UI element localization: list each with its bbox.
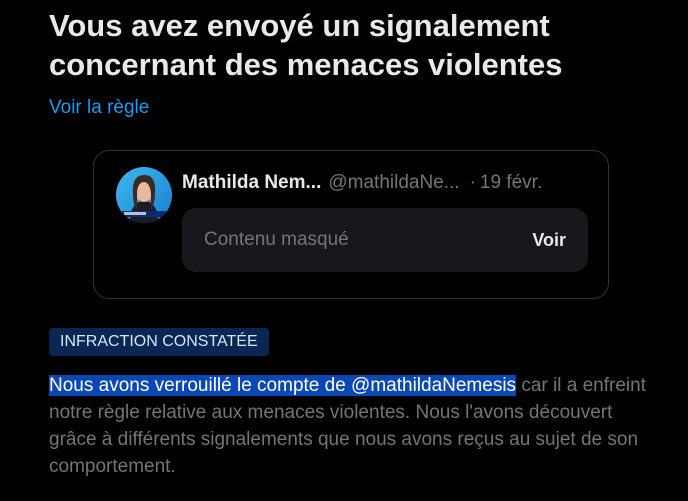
author-handle[interactable]: @mathildaNe...: [328, 172, 459, 193]
page-title: Vous avez envoyé un signalement concerna…: [49, 8, 563, 82]
view-button[interactable]: Voir: [532, 228, 566, 252]
hidden-content-label: Contenu masqué: [204, 229, 349, 250]
view-rule-link[interactable]: Voir la règle: [49, 96, 149, 120]
highlighted-text: Nous avons verrouillé le compte de @math…: [49, 375, 517, 396]
avatar-image: [116, 167, 172, 223]
result-description: Nous avons verrouillé le compte de @math…: [49, 372, 664, 480]
avatar[interactable]: [116, 167, 172, 223]
separator-dot: ·: [469, 172, 476, 193]
tweet-date[interactable]: 19 févr.: [480, 172, 542, 193]
tweet-header: Mathilda Nem... @mathildaNe... · 19 févr.: [182, 171, 592, 195]
reported-tweet-card[interactable]: Mathilda Nem... @mathildaNe... · 19 févr. C…: [93, 150, 609, 299]
status-badge: INFRACTION CONSTATÉE: [49, 328, 269, 356]
author-name[interactable]: Mathilda Nem...: [182, 172, 321, 193]
hidden-content-box: Contenu masqué Voir: [182, 208, 588, 272]
